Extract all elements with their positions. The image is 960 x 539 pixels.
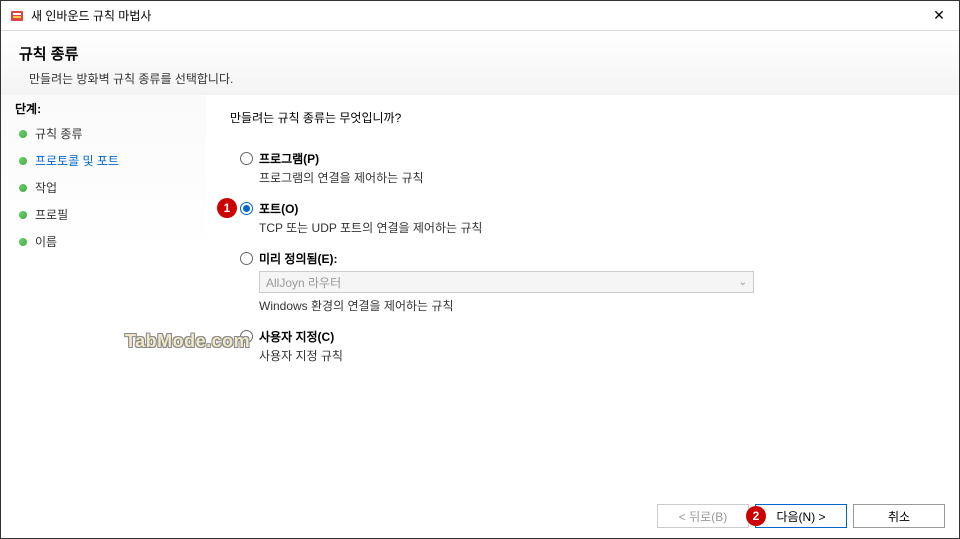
chevron-down-icon: ⌄ — [739, 277, 747, 288]
radio-icon — [240, 252, 253, 265]
sidebar-item-name[interactable]: 이름 — [1, 228, 206, 255]
footer: < 뒤로(B) 2 다음(N) > 취소 — [1, 494, 959, 538]
radio-option-program: 프로그램(P) 프로그램의 연결을 제어하는 규칙 — [240, 150, 935, 186]
radio-icon — [240, 330, 253, 343]
sidebar-item-label: 규칙 종류 — [35, 125, 83, 142]
titlebar: 새 인바운드 규칙 마법사 ✕ — [1, 1, 959, 31]
radio-desc: TCP 또는 UDP 포트의 연결을 제어하는 규칙 — [259, 219, 935, 236]
radio-program[interactable]: 프로그램(P) — [240, 150, 935, 167]
sidebar-item-label: 작업 — [35, 179, 57, 196]
radio-option-custom: 사용자 지정(C) 사용자 지정 규칙 — [240, 328, 935, 364]
bullet-icon — [19, 157, 27, 165]
sidebar-item-rule-type[interactable]: 규칙 종류 — [1, 120, 206, 147]
radio-label: 포트(O) — [259, 200, 298, 217]
back-button[interactable]: < 뒤로(B) — [657, 504, 749, 528]
main-panel: 만들려는 규칙 종류는 무엇입니까? 프로그램(P) 프로그램의 연결을 제어하… — [206, 95, 959, 494]
bullet-icon — [19, 184, 27, 192]
radio-desc: 사용자 지정 규칙 — [259, 347, 935, 364]
radio-icon — [240, 152, 253, 165]
sidebar-item-protocol-port[interactable]: 프로토콜 및 포트 — [1, 147, 206, 174]
dropdown-value: AllJoyn 라우터 — [266, 274, 341, 291]
page-subtitle: 만들려는 방화벽 규칙 종류를 선택합니다. — [29, 70, 941, 87]
predefined-dropdown[interactable]: AllJoyn 라우터 ⌄ — [259, 271, 754, 293]
radio-desc: Windows 환경의 연결을 제어하는 규칙 — [259, 297, 935, 314]
bullet-icon — [19, 130, 27, 138]
next-button[interactable]: 2 다음(N) > — [755, 504, 847, 528]
rule-type-question: 만들려는 규칙 종류는 무엇입니까? — [230, 109, 935, 126]
radio-option-predefined: 미리 정의됨(E): AllJoyn 라우터 ⌄ Windows 환경의 연결을… — [240, 250, 935, 314]
bullet-icon — [19, 211, 27, 219]
page-title: 규칙 종류 — [19, 43, 941, 64]
sidebar: 단계: 규칙 종류 프로토콜 및 포트 작업 프로필 이름 — [1, 95, 206, 494]
radio-label: 미리 정의됨(E): — [259, 250, 338, 267]
bullet-icon — [19, 238, 27, 246]
radio-port[interactable]: 1 포트(O) — [240, 200, 935, 217]
sidebar-header: 단계: — [1, 97, 206, 120]
radio-icon — [240, 202, 253, 215]
radio-label: 사용자 지정(C) — [259, 328, 334, 345]
radio-custom[interactable]: 사용자 지정(C) — [240, 328, 935, 345]
cancel-button[interactable]: 취소 — [853, 504, 945, 528]
radio-group: 프로그램(P) 프로그램의 연결을 제어하는 규칙 1 포트(O) TCP 또는… — [240, 150, 935, 364]
app-icon — [9, 8, 25, 24]
window-title: 새 인바운드 규칙 마법사 — [31, 7, 927, 24]
close-icon[interactable]: ✕ — [927, 4, 951, 28]
sidebar-item-label: 프로필 — [35, 206, 68, 223]
sidebar-item-label: 이름 — [35, 233, 57, 250]
sidebar-item-profile[interactable]: 프로필 — [1, 201, 206, 228]
annotation-badge-2: 2 — [746, 506, 766, 526]
sidebar-item-action[interactable]: 작업 — [1, 174, 206, 201]
radio-label: 프로그램(P) — [259, 150, 319, 167]
annotation-badge-1: 1 — [217, 198, 237, 218]
sidebar-item-label: 프로토콜 및 포트 — [35, 152, 119, 169]
header: 규칙 종류 만들려는 방화벽 규칙 종류를 선택합니다. — [1, 31, 959, 95]
radio-desc: 프로그램의 연결을 제어하는 규칙 — [259, 169, 935, 186]
radio-option-port: 1 포트(O) TCP 또는 UDP 포트의 연결을 제어하는 규칙 — [240, 200, 935, 236]
radio-predefined[interactable]: 미리 정의됨(E): — [240, 250, 935, 267]
